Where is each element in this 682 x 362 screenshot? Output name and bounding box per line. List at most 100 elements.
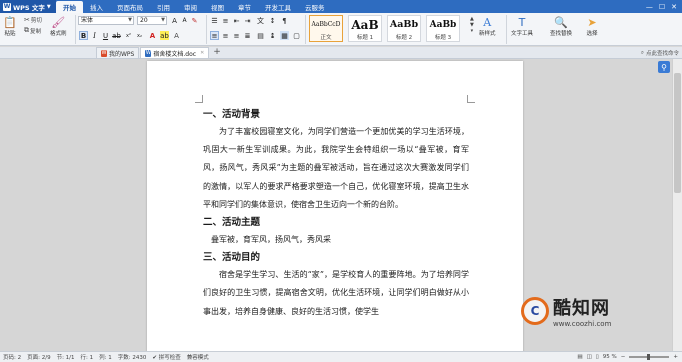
document-tab[interactable]: W 我的WPS (96, 47, 140, 58)
italic-button[interactable]: I (90, 31, 99, 40)
border-icon[interactable]: ▢ (292, 31, 301, 40)
divider (206, 15, 207, 44)
close-tab-icon[interactable]: ✕ (200, 50, 204, 56)
new-style-icon: A (483, 15, 492, 29)
style-option[interactable]: AaBb 标题 3 (426, 15, 460, 42)
location-pin-icon[interactable]: ⚲ (658, 61, 670, 73)
paste-button[interactable]: 📋 粘贴 (3, 15, 17, 38)
menu-tab[interactable]: 云服务 (298, 0, 332, 13)
cut-label: 剪切 (30, 18, 42, 24)
section-heading[interactable]: 三、活动目的 (203, 249, 469, 266)
distribute-icon[interactable]: ▤ (256, 31, 265, 40)
menu-tab[interactable]: 视图 (204, 0, 231, 13)
font-size-select[interactable]: 20 ▼ (137, 16, 167, 25)
view-mode-icon[interactable]: ▤ (577, 354, 582, 360)
show-marks-icon[interactable]: ¶ (280, 16, 289, 25)
scrollbar-thumb[interactable] (674, 73, 681, 193)
web-view-icon[interactable]: ◫ (587, 354, 592, 360)
align-left-icon[interactable]: ≡ (210, 31, 219, 40)
find-replace-button[interactable]: 🔍 查找替换 (550, 15, 573, 38)
char-shading-button[interactable]: A (172, 31, 181, 40)
status-word-count[interactable]: 字数: 2430 (118, 353, 147, 361)
bold-button[interactable]: B (79, 31, 88, 40)
bullet-list-icon[interactable]: ☰ (210, 16, 219, 25)
document-body[interactable]: 一、活动背景 为了丰富校园寝室文化，为同学们营造一个更加优美的学习生活环境，巩固大… (203, 106, 469, 321)
numbered-list-icon[interactable]: ≡ (221, 16, 230, 25)
shrink-font-button[interactable]: A (180, 16, 189, 25)
subscript-button[interactable]: x₂ (135, 31, 144, 40)
watermark: C 酷知网 www.coozhi.com (521, 289, 661, 333)
style-name: 标题 3 (434, 35, 452, 41)
menu-tab[interactable]: 页面布局 (110, 0, 150, 13)
select-label: 选择 (586, 31, 598, 37)
chevron-down-icon: ▼ (161, 17, 165, 23)
vertical-scrollbar[interactable] (672, 59, 682, 351)
paragraph[interactable]: 为了丰富校园寝室文化，为同学们营造一个更加优美的学习生活环境，巩固大一新生军训成… (203, 123, 469, 214)
menu-tab[interactable]: 开发工具 (258, 0, 298, 13)
decrease-indent-icon[interactable]: ⇤ (232, 16, 241, 25)
menu-tab[interactable]: 审阅 (177, 0, 204, 13)
find-replace-label: 查找替换 (550, 31, 573, 37)
paragraph[interactable]: 叠军被，育军风，扬风气，秀风采 (203, 231, 469, 249)
text-tools-button[interactable]: T 文字工具 (511, 15, 534, 38)
menu-tab[interactable]: 开始 (56, 1, 83, 13)
wps-logo-icon: W (3, 2, 11, 11)
document-tab-label: 宿舍楼文档.doc (153, 50, 197, 58)
command-search[interactable]: ⌕ 点此查找命令 (641, 49, 679, 58)
font-name-select[interactable]: 宋体 ▼ (78, 16, 134, 25)
align-right-icon[interactable]: ≡ (232, 31, 241, 40)
new-style-button[interactable]: A 新样式 (479, 15, 496, 38)
increase-indent-icon[interactable]: ⇥ (243, 16, 252, 25)
highlight-button[interactable]: ab (160, 31, 169, 40)
new-tab-icon[interactable]: + (213, 47, 221, 57)
style-option[interactable]: AaBbCcD 正文 (309, 15, 343, 42)
close-icon[interactable]: ✕ (671, 3, 677, 11)
line-spacing-icon[interactable]: ↨ (268, 31, 277, 40)
spell-check-toggle[interactable]: ✔ 拼写检查 (152, 353, 180, 361)
menu-tab[interactable]: 引用 (150, 0, 177, 13)
minimize-icon[interactable]: — (646, 3, 653, 11)
read-mode-icon[interactable]: ▯ (596, 354, 599, 360)
maximize-icon[interactable]: ☐ (659, 3, 665, 11)
format-painter-button[interactable]: 🖌 格式刷 (50, 15, 67, 38)
zoom-out-icon[interactable]: − (621, 354, 626, 360)
text-tools-label: 文字工具 (511, 31, 534, 37)
style-scroll[interactable]: ▲ ▼ ▾ (470, 16, 474, 34)
paragraph[interactable]: 宿舍是学生学习、生活的“家”，是学校育人的重要阵地。为了培养同学们良好的卫生习惯… (203, 266, 469, 321)
coozhi-logo-icon: C (521, 297, 549, 325)
zoom-in-icon[interactable]: + (673, 354, 678, 360)
section-heading[interactable]: 一、活动背景 (203, 106, 469, 123)
clipboard-icon: 📋 (3, 15, 17, 29)
select-button[interactable]: ➤ 选择 (585, 15, 599, 38)
style-option[interactable]: AaBb 标题 2 (387, 15, 421, 42)
watermark-name: 酷知网 (553, 298, 610, 319)
strikethrough-button[interactable]: ab (112, 31, 121, 40)
copy-button[interactable]: ⧉ 复制 (24, 26, 41, 35)
cut-button[interactable]: ✂ 剪切 (24, 16, 42, 24)
clear-format-button[interactable]: ✎ (190, 16, 199, 25)
menu-tab[interactable]: 章节 (231, 0, 258, 13)
document-tab[interactable]: W 宿舍楼文档.doc ✕ (140, 47, 210, 58)
style-sample: AaBbCcD (311, 21, 341, 28)
section-heading[interactable]: 二、活动主题 (203, 214, 469, 231)
menu-tab[interactable]: 插入 (83, 0, 110, 13)
margin-mark (195, 95, 203, 103)
zoom-slider[interactable] (629, 354, 670, 360)
chevron-down-icon: ▼ (128, 17, 132, 23)
chevron-down-icon: ▼ (46, 3, 51, 10)
style-option[interactable]: AaB 标题 1 (348, 15, 382, 42)
grow-font-button[interactable]: A (170, 16, 179, 25)
superscript-button[interactable]: x² (124, 31, 133, 40)
shading-icon[interactable]: ▦ (280, 31, 289, 40)
align-center-icon[interactable]: ≡ (221, 31, 230, 40)
style-name: 标题 1 (356, 35, 374, 41)
app-menu-button[interactable]: W WPS 文字 ▼ (0, 0, 56, 13)
underline-button[interactable]: U (101, 31, 110, 40)
document-page[interactable]: 一、活动背景 为了丰富校园寝室文化，为同学们营造一个更加优美的学习生活环境，巩固大… (147, 61, 523, 351)
font-color-button[interactable]: A (148, 31, 157, 40)
sort-icon[interactable]: ↕ (268, 16, 277, 25)
window-controls: — ☐ ✕ (646, 0, 682, 13)
zoom-slider-knob[interactable] (647, 354, 651, 360)
chinese-layout-icon[interactable]: 文 (256, 16, 265, 25)
justify-icon[interactable]: ≣ (243, 31, 252, 40)
